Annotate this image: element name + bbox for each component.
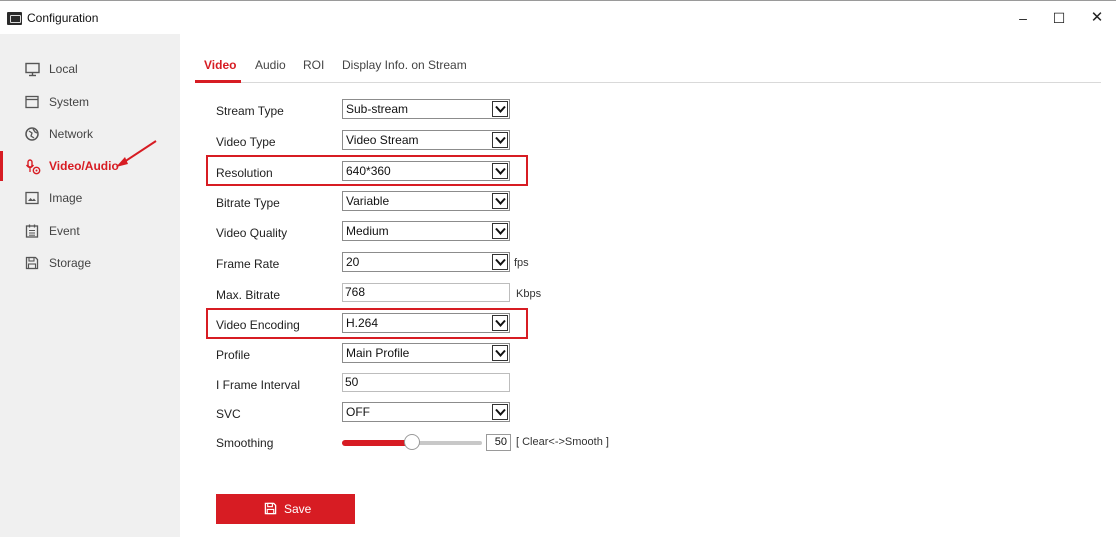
save-button[interactable]: Save	[216, 494, 355, 524]
field-label: Video Encoding	[216, 318, 300, 332]
field-label: Resolution	[216, 166, 273, 180]
select-value: H.264	[346, 316, 379, 330]
input-value: 768	[345, 285, 366, 299]
smoothing-value-box[interactable]: 50	[486, 434, 511, 451]
field-label: Frame Rate	[216, 257, 280, 271]
sidebar-item-label: Event	[49, 224, 80, 238]
field-label: Profile	[216, 348, 251, 362]
select-value: 640*360	[346, 164, 391, 178]
app-icon	[7, 12, 22, 25]
save-icon	[25, 256, 39, 270]
microphone-icon	[25, 159, 41, 175]
title-bar: Configuration – ☐ ✕	[0, 0, 1116, 34]
globe-icon	[25, 127, 39, 141]
video-type-select[interactable]: Video Stream	[342, 130, 510, 150]
chevron-down-icon[interactable]	[492, 163, 508, 179]
sidebar-item-system[interactable]: System	[0, 87, 180, 117]
i-frame-interval-input[interactable]: 50	[342, 373, 510, 392]
row-video-encoding: Video Encoding H.264	[180, 310, 880, 340]
sidebar-item-event[interactable]: Event	[0, 216, 180, 246]
row-stream-type: Stream Type Sub-stream	[180, 96, 880, 126]
window-icon	[25, 95, 39, 109]
row-profile: Profile Main Profile	[180, 340, 880, 370]
row-max-bitrate: Max. Bitrate 768 Kbps	[180, 280, 880, 310]
sidebar-item-image[interactable]: Image	[0, 183, 180, 213]
select-value: Main Profile	[346, 346, 410, 360]
sidebar-item-label: Local	[49, 62, 78, 76]
sidebar-item-label: Network	[49, 127, 94, 141]
select-value: Video Stream	[346, 133, 419, 147]
sidebar: Local System Network Video/Audio Image E…	[0, 34, 180, 537]
select-value: OFF	[346, 405, 370, 419]
bitrate-type-select[interactable]: Variable	[342, 191, 510, 211]
chevron-down-icon[interactable]	[492, 315, 508, 331]
row-smoothing: Smoothing 50 [ Clear<->Smooth ]	[180, 428, 880, 458]
row-i-frame-interval: I Frame Interval 50	[180, 370, 880, 400]
maximize-button[interactable]: ☐	[1045, 7, 1073, 29]
sidebar-item-local[interactable]: Local	[0, 54, 180, 84]
smoothing-slider-fill	[342, 440, 412, 446]
video-quality-select[interactable]: Medium	[342, 221, 510, 241]
row-video-quality: Video Quality Medium	[180, 218, 880, 248]
active-tab-indicator	[195, 80, 241, 83]
chevron-down-icon[interactable]	[492, 404, 508, 420]
sidebar-item-storage[interactable]: Storage	[0, 248, 180, 278]
tab-audio[interactable]: Audio	[255, 58, 286, 72]
video-encoding-select[interactable]: H.264	[342, 313, 510, 333]
field-label: Max. Bitrate	[216, 288, 281, 302]
unit-label: fps	[514, 257, 529, 269]
row-frame-rate: Frame Rate 20 fps	[180, 249, 880, 279]
chevron-down-icon[interactable]	[492, 132, 508, 148]
row-bitrate-type: Bitrate Type Variable	[180, 188, 880, 218]
smoothing-hint: [ Clear<->Smooth ]	[516, 436, 609, 448]
select-value: Medium	[346, 224, 389, 238]
chevron-down-icon[interactable]	[492, 254, 508, 270]
tab-display-info[interactable]: Display Info. on Stream	[342, 58, 467, 72]
resolution-select[interactable]: 640*360	[342, 161, 510, 181]
save-button-label: Save	[284, 502, 312, 516]
select-value: Sub-stream	[346, 102, 409, 116]
sidebar-item-label: System	[49, 95, 90, 109]
tab-video[interactable]: Video	[204, 58, 236, 72]
tab-divider	[195, 82, 1101, 83]
field-label: Smoothing	[216, 436, 274, 450]
minimize-button[interactable]: –	[1009, 7, 1037, 29]
chevron-down-icon[interactable]	[492, 193, 508, 209]
chevron-down-icon[interactable]	[492, 223, 508, 239]
chevron-down-icon[interactable]	[492, 101, 508, 117]
profile-select[interactable]: Main Profile	[342, 343, 510, 363]
chevron-down-icon[interactable]	[492, 345, 508, 361]
max-bitrate-input[interactable]: 768	[342, 283, 510, 302]
sidebar-item-label: Image	[49, 191, 83, 205]
tab-roi[interactable]: ROI	[303, 58, 324, 72]
stream-type-select[interactable]: Sub-stream	[342, 99, 510, 119]
picture-icon	[25, 191, 39, 205]
window-title: Configuration	[27, 11, 99, 25]
select-value: 20	[346, 255, 360, 269]
field-label: Video Quality	[216, 226, 288, 240]
field-label: SVC	[216, 407, 241, 421]
field-label: Bitrate Type	[216, 196, 280, 210]
select-value: Variable	[346, 194, 390, 208]
sidebar-item-label: Storage	[49, 256, 92, 270]
annotation-arrow-icon	[116, 140, 157, 167]
field-label: Stream Type	[216, 104, 284, 118]
row-video-type: Video Type Video Stream	[180, 127, 880, 157]
frame-rate-select[interactable]: 20	[342, 252, 510, 272]
input-value: 50	[345, 375, 359, 389]
calendar-icon	[25, 224, 39, 238]
close-button[interactable]: ✕	[1083, 7, 1111, 29]
monitor-icon	[25, 62, 40, 77]
sidebar-item-label: Video/Audio	[49, 159, 119, 173]
unit-label: Kbps	[516, 288, 542, 300]
field-label: I Frame Interval	[216, 378, 301, 392]
save-icon	[264, 502, 277, 518]
field-label: Video Type	[216, 135, 276, 149]
tab-bar: Video Audio ROI Display Info. on Stream	[180, 34, 1116, 82]
smoothing-slider-handle[interactable]	[404, 434, 420, 450]
row-resolution: Resolution 640*360	[180, 158, 880, 188]
svc-select[interactable]: OFF	[342, 402, 510, 422]
row-svc: SVC OFF	[180, 399, 880, 429]
